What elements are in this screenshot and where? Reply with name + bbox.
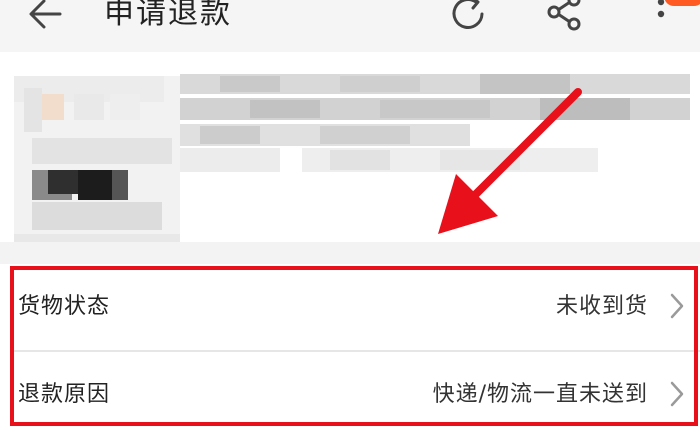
section-separator bbox=[0, 242, 700, 264]
share-icon[interactable] bbox=[542, 0, 586, 36]
goods-status-label: 货物状态 bbox=[18, 294, 111, 319]
chevron-right-icon bbox=[670, 293, 684, 319]
chevron-right-icon bbox=[670, 381, 684, 407]
arrow-left-icon[interactable] bbox=[26, 0, 66, 34]
goods-status-value: 未收到货 bbox=[555, 294, 648, 319]
goods-status-row[interactable]: 货物状态 未收到货 bbox=[0, 264, 700, 350]
product-title-obscured bbox=[180, 74, 690, 146]
refund-reason-row[interactable]: 退款原因 快递/物流一直未送到 bbox=[0, 352, 700, 438]
refund-reason-label: 退款原因 bbox=[18, 382, 111, 407]
refund-reason-value: 快递/物流一直未送到 bbox=[432, 382, 648, 407]
app-header: 申请退款 bbox=[0, 0, 700, 52]
product-card bbox=[0, 52, 700, 278]
page-title: 申请退款 bbox=[104, 0, 232, 31]
refresh-icon[interactable] bbox=[446, 0, 490, 36]
notification-badge bbox=[664, 0, 700, 6]
product-sku-obscured bbox=[180, 148, 598, 172]
